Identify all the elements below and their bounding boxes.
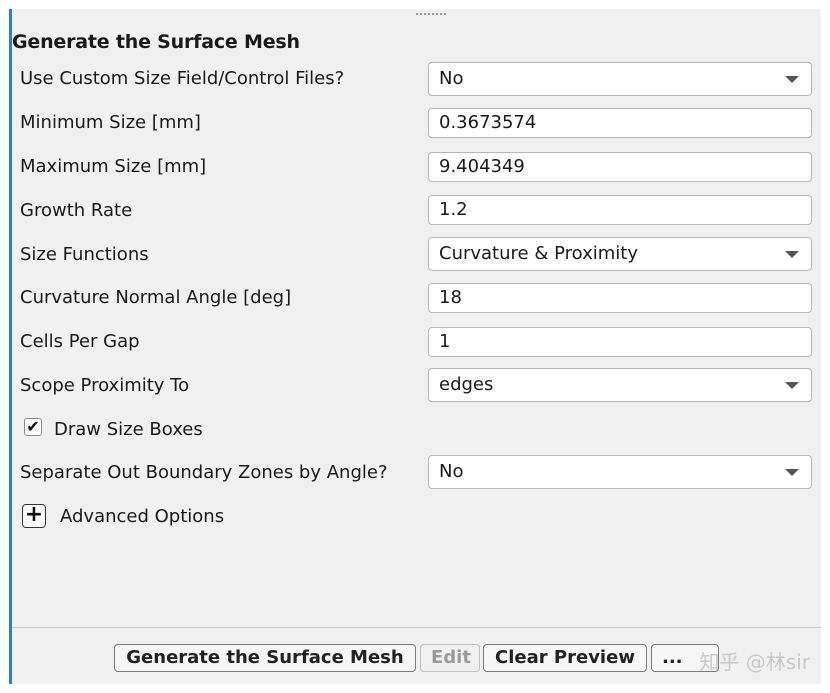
maximum-size-label: Maximum Size [mm] — [20, 156, 207, 177]
advanced-options-label[interactable]: Advanced Options — [60, 506, 224, 527]
chevron-down-icon — [785, 382, 799, 389]
size-functions-value: Curvature & Proximity — [439, 243, 638, 264]
size-functions-select[interactable]: Curvature & Proximity — [428, 237, 812, 271]
panel-drag-handle[interactable] — [416, 13, 446, 19]
scope-proximity-label: Scope Proximity To — [20, 375, 190, 396]
cells-per-gap-label: Cells Per Gap — [20, 331, 140, 352]
draw-size-boxes-label: Draw Size Boxes — [54, 419, 203, 440]
separate-zones-value: No — [439, 461, 464, 482]
curvature-normal-angle-label: Curvature Normal Angle [deg] — [20, 287, 292, 308]
scope-proximity-value: edges — [439, 374, 494, 395]
cells-per-gap-input[interactable]: 1 — [428, 327, 812, 357]
generate-surface-mesh-button[interactable]: Generate the Surface Mesh — [114, 644, 416, 672]
edit-button[interactable]: Edit — [420, 644, 480, 672]
chevron-down-icon — [785, 469, 799, 476]
clear-preview-button[interactable]: Clear Preview — [483, 644, 647, 672]
custom-size-field-select[interactable]: No — [428, 62, 812, 96]
expand-plus-icon[interactable]: + — [22, 504, 46, 528]
growth-rate-input[interactable]: 1.2 — [428, 195, 812, 225]
minimum-size-label: Minimum Size [mm] — [20, 112, 201, 133]
scope-proximity-select[interactable]: edges — [428, 368, 812, 402]
separate-zones-select[interactable]: No — [428, 455, 812, 489]
chevron-down-icon — [785, 76, 799, 83]
surface-mesh-panel: Generate the Surface Mesh Use Custom Siz… — [9, 9, 821, 684]
separate-zones-label: Separate Out Boundary Zones by Angle? — [20, 462, 388, 483]
watermark-text: 知乎 @林sir — [699, 650, 810, 674]
growth-rate-label: Growth Rate — [20, 200, 133, 221]
panel-title: Generate the Surface Mesh — [12, 31, 300, 53]
curvature-normal-angle-input[interactable]: 18 — [428, 283, 812, 313]
button-bar-divider — [12, 627, 821, 628]
minimum-size-input[interactable]: 0.3673574 — [428, 108, 812, 138]
maximum-size-input[interactable]: 9.404349 — [428, 152, 812, 182]
draw-size-boxes-checkbox[interactable]: ✔ — [24, 418, 42, 436]
chevron-down-icon — [785, 251, 799, 258]
custom-size-field-label: Use Custom Size Field/Control Files? — [20, 68, 345, 89]
size-functions-label: Size Functions — [20, 244, 149, 265]
custom-size-field-value: No — [439, 68, 464, 89]
